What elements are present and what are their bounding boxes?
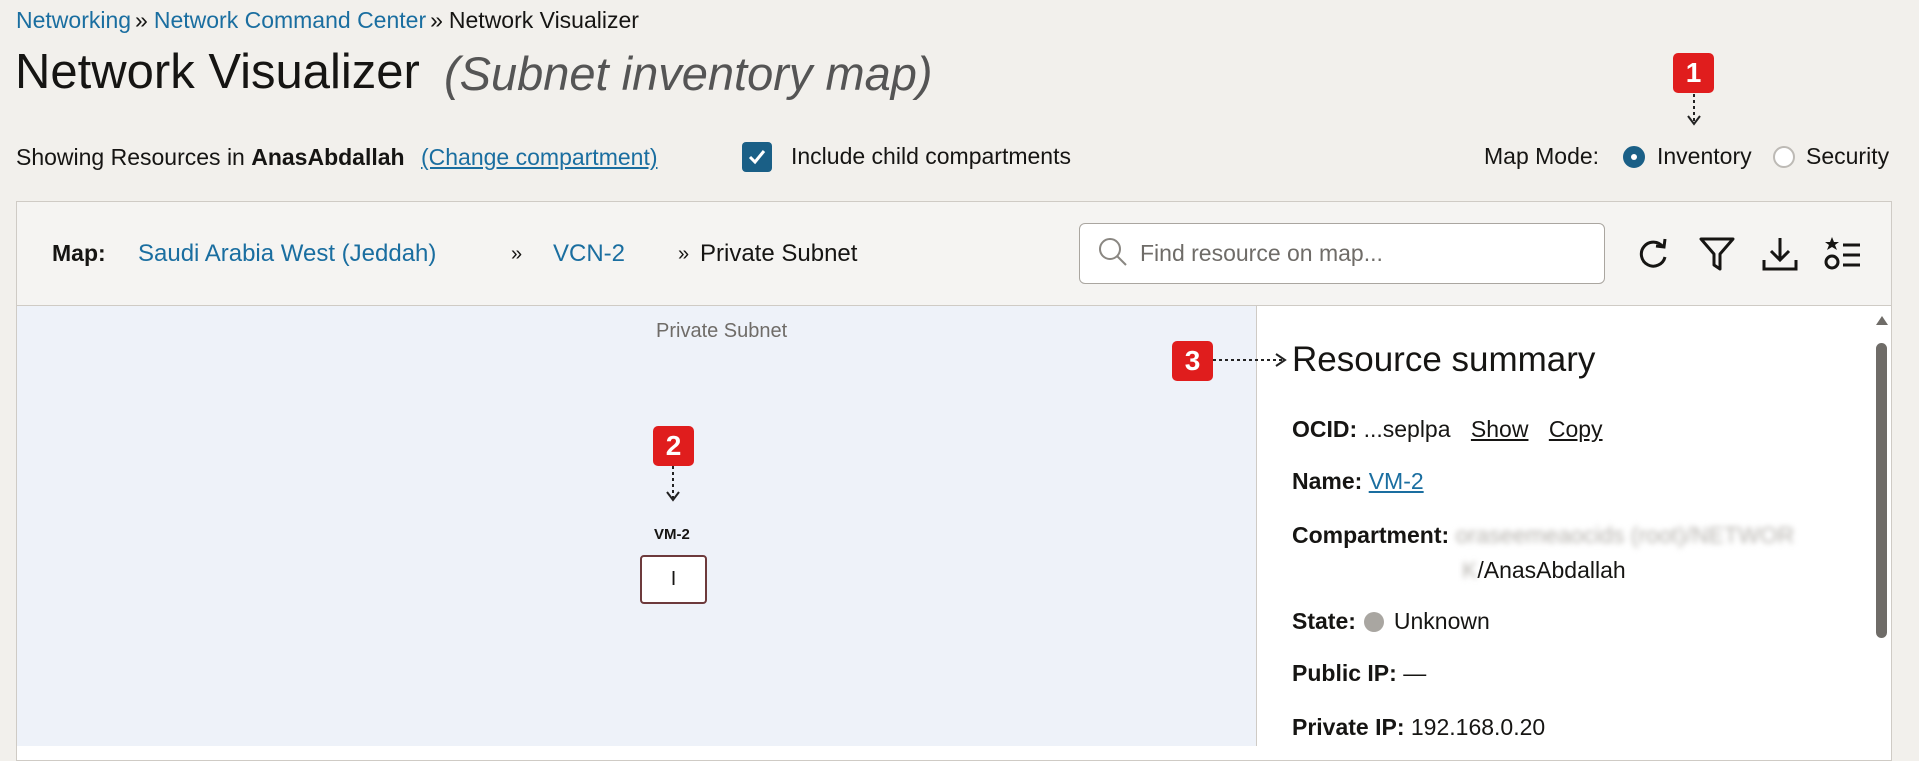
map-mode-inventory-radio[interactable] xyxy=(1623,146,1645,168)
map-mode-label: Map Mode: xyxy=(1484,143,1600,169)
callout-arrow-2 xyxy=(666,466,680,502)
scroll-up-arrow-icon[interactable] xyxy=(1876,316,1888,325)
map-mode-security-label[interactable]: Security xyxy=(1806,143,1889,170)
summary-name-row: Name: VM-2 xyxy=(1292,468,1424,495)
refresh-icon[interactable] xyxy=(1632,233,1674,275)
breadcrumb-separator: » xyxy=(430,7,443,33)
map-crumb-vcn[interactable]: VCN-2 xyxy=(553,240,625,268)
breadcrumb: Networking» Network Command Center» Networ… xyxy=(16,7,639,34)
resource-summary-title: Resource summary xyxy=(1292,340,1596,379)
compartment-path-redacted: oraseemeaocids (root)/NETWOR xyxy=(1455,522,1795,548)
subnet-container-label: Private Subnet xyxy=(656,320,788,342)
map-crumb-region[interactable]: Saudi Arabia West (Jeddah) xyxy=(138,240,436,268)
find-resource-input[interactable] xyxy=(1140,236,1580,270)
summary-compartment-row: Compartment: oraseemeaocids (root)/NETWO… xyxy=(1292,522,1794,549)
ocid-show-link[interactable]: Show xyxy=(1471,416,1529,442)
map-crumb-subnet: Private Subnet xyxy=(700,240,858,267)
state-indicator-icon xyxy=(1363,612,1384,632)
breadcrumb-current: Network Visualizer xyxy=(448,7,639,33)
breadcrumb-network-command-center[interactable]: Network Command Center xyxy=(154,7,426,33)
map-crumb-separator: » xyxy=(678,243,690,265)
map-mode-inventory-label[interactable]: Inventory xyxy=(1657,143,1752,170)
breadcrumb-separator: » xyxy=(135,7,148,33)
summary-compartment-row-2: K/AnasAbdallah xyxy=(1462,557,1626,584)
map-mode-security-radio[interactable] xyxy=(1773,146,1795,168)
ocid-value: ...seplpa xyxy=(1363,416,1451,442)
checkmark-icon xyxy=(748,150,766,165)
state-label: State: xyxy=(1292,608,1356,634)
summary-private-ip-row: Private IP: 192.168.0.20 xyxy=(1292,714,1545,741)
ocid-label: OCID: xyxy=(1292,416,1358,442)
vm-instance-node[interactable]: I xyxy=(640,555,707,604)
include-child-label: Include child compartments xyxy=(791,143,1071,169)
private-ip-label: Private IP: xyxy=(1292,714,1405,740)
vm-node-label: VM-2 xyxy=(654,526,690,543)
callout-badge-2: 2 xyxy=(653,426,694,466)
name-value-link[interactable]: VM-2 xyxy=(1369,468,1424,494)
summary-ocid-row: OCID: ...seplpa Show Copy xyxy=(1292,416,1603,443)
filter-icon[interactable] xyxy=(1696,233,1738,275)
callout-arrow-3 xyxy=(1213,353,1287,367)
ocid-copy-link[interactable]: Copy xyxy=(1549,416,1603,442)
private-ip-value: 192.168.0.20 xyxy=(1410,714,1546,740)
map-canvas[interactable] xyxy=(17,306,1256,746)
panel-divider xyxy=(1256,306,1257,746)
compartment-name: AnasAbdallah xyxy=(251,144,405,170)
legend-icon[interactable] xyxy=(1822,233,1864,275)
map-label: Map: xyxy=(52,240,106,266)
compartment-path-redacted-2: K xyxy=(1462,557,1478,583)
compartment-context: Showing Resources in AnasAbdallah (Chang… xyxy=(16,144,658,171)
compartment-label: Compartment: xyxy=(1292,522,1450,548)
summary-state-row: State: Unknown xyxy=(1292,608,1490,635)
search-icon xyxy=(1099,238,1127,266)
page-subtitle: (Subnet inventory map) xyxy=(444,47,933,100)
download-icon[interactable] xyxy=(1759,233,1801,275)
name-label: Name: xyxy=(1292,468,1363,494)
public-ip-value: — xyxy=(1403,660,1427,686)
public-ip-label: Public IP: xyxy=(1292,660,1397,686)
summary-public-ip-row: Public IP: — xyxy=(1292,660,1426,687)
context-prefix: Showing Resources in xyxy=(16,144,245,170)
callout-arrow-1 xyxy=(1687,94,1701,126)
page-title: Network Visualizer xyxy=(15,45,420,99)
state-value: Unknown xyxy=(1393,608,1490,634)
callout-badge-3: 3 xyxy=(1172,341,1213,381)
include-child-checkbox[interactable] xyxy=(742,142,772,172)
compartment-value: /AnasAbdallah xyxy=(1477,557,1626,583)
scrollbar-thumb[interactable] xyxy=(1876,343,1887,638)
change-compartment-link[interactable]: (Change compartment) xyxy=(421,144,658,170)
map-crumb-separator: » xyxy=(511,243,523,265)
callout-badge-1: 1 xyxy=(1673,53,1714,93)
breadcrumb-networking[interactable]: Networking xyxy=(16,7,131,33)
